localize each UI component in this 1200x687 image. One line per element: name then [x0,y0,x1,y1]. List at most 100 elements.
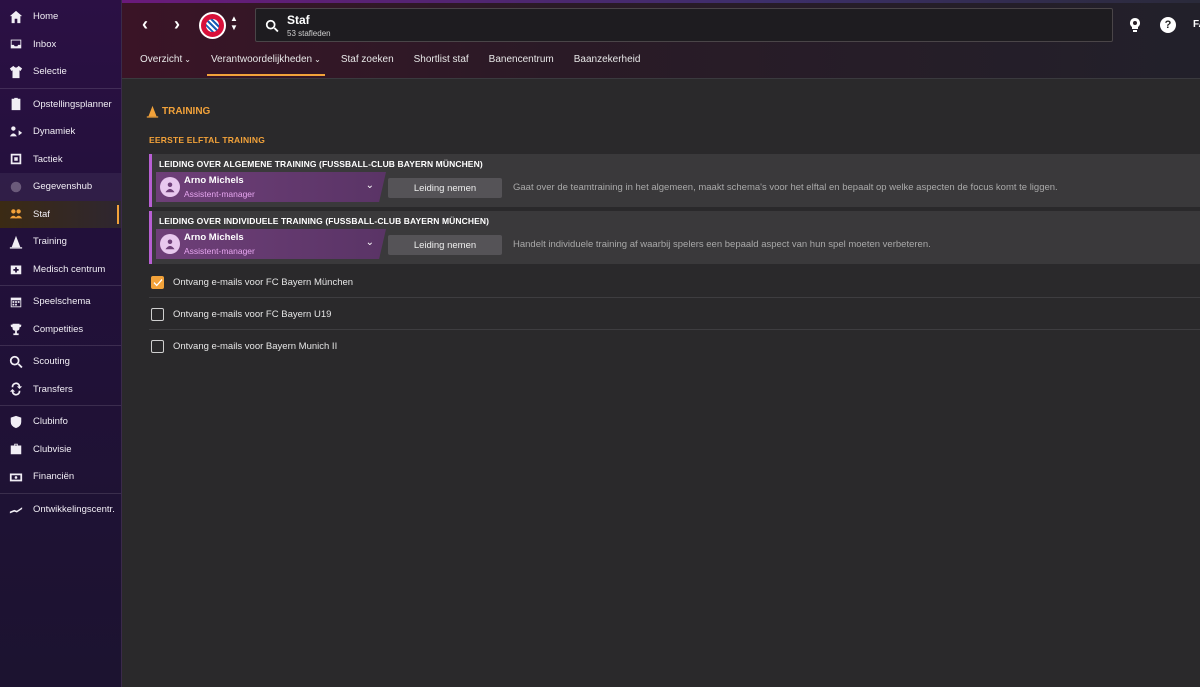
email-option-label: Ontvang e-mails voor FC Bayern München [173,276,354,288]
main-content: TRAINING EERSTE ELFTAL TRAINING LEIDING … [122,79,1200,687]
sidebar-group-development: Ontwikkelingscentr. [0,494,121,526]
chevron-down-icon: ⌄ [365,180,374,191]
home-icon [8,9,24,25]
sidebar-item-competities[interactable]: Competities [0,316,121,344]
sidebar-item-selectie[interactable]: Selectie [0,58,121,86]
sidebar-item-training[interactable]: Training [0,228,121,256]
sidebar-item-label: Inbox [33,38,57,50]
medical-icon [8,261,24,277]
checkmark-icon [153,278,162,287]
shield-icon [8,414,24,430]
sidebar-item-staf[interactable]: Staf [0,200,121,228]
tab-label: Baanzekerheid [573,54,641,65]
sidebar-item-opstellingsplanner[interactable]: Opstellingsplanner [0,91,121,119]
chevron-down-icon: ⌄ [184,55,191,64]
email-checkbox[interactable] [151,307,164,321]
header: ‹ › ▲▼ Staf 53 stafleden ? FA Overzicht⌄… [122,0,1200,79]
email-option-row: Ontvang e-mails voor FC Bayern U19 [149,299,1200,330]
sidebar-item-label: Training [33,236,67,248]
chevron-down-icon: ⌄ [314,55,321,64]
tab-verantwoordelijkheden[interactable]: Verantwoordelijkheden ⌄ [206,50,325,76]
responsibility-individual-training: LEIDING OVER INDIVIDUELE TRAINING (FUSSB… [149,211,1200,264]
take-lead-button[interactable]: Leiding nemen [388,235,502,255]
search-box[interactable]: Staf 53 stafleden [255,8,1113,42]
sidebar-item-clubvisie[interactable]: Clubvisie [0,436,121,464]
sidebar-item-ontwikkelingscentrum[interactable]: Ontwikkelingscentr. [0,496,121,524]
tab-bar: Overzicht ⌄ Verantwoordelijkheden ⌄ Staf z… [136,50,656,76]
sidebar-item-label: Competities [33,323,84,335]
sidebar-item-label: Medisch centrum [33,263,106,275]
sidebar-item-tactiek[interactable]: Tactiek [0,146,121,174]
tab-shortlist-staf[interactable]: Shortlist staf [410,50,473,74]
training-cone-icon [146,105,159,118]
tactics-icon [8,151,24,167]
sidebar-item-label: Financiën [33,471,75,483]
tab-label: Shortlist staf [413,54,469,65]
email-checkbox-checked[interactable] [151,275,164,289]
sidebar-item-label: Transfers [33,383,73,395]
sidebar-item-dynamiek[interactable]: Dynamiek [0,118,121,146]
email-option-row: Ontvang e-mails voor FC Bayern München [149,267,1200,298]
sidebar-item-label: Clubvisie [33,443,72,455]
sidebar-item-speelschema[interactable]: Speelschema [0,288,121,316]
person-name: Arno Michels [184,175,244,186]
dynamics-icon [8,124,24,140]
page-subtitle: 53 stafleden [287,29,331,38]
responsibility-title: LEIDING OVER INDIVIDUELE TRAINING (FUSSB… [159,216,490,226]
tab-staf-zoeken[interactable]: Staf zoeken [337,50,398,74]
person-select-dropdown[interactable]: Arno Michels Assistent-manager ⌄ [156,229,386,259]
header-right-label[interactable]: FA [1193,19,1200,30]
sidebar-item-label: Clubinfo [33,416,68,428]
sidebar-item-scouting[interactable]: Scouting [0,348,121,376]
sidebar-item-home[interactable]: Home [0,3,121,31]
sidebar-item-medisch-centrum[interactable]: Medisch centrum [0,256,121,284]
club-switch-chevrons-icon[interactable]: ▲ ▼ [230,14,238,32]
sidebar-item-label: Ontwikkelingscentr. [33,503,115,515]
person-role: Assistent-manager [184,189,255,199]
avatar [160,234,180,254]
responsibility-title: LEIDING OVER ALGEMENE TRAINING (FUSSBALL… [159,159,483,169]
shirt-icon [8,64,24,80]
sidebar-item-transfers[interactable]: Transfers [0,376,121,404]
sidebar-item-financien[interactable]: Financiën [0,463,121,491]
forward-arrow-icon[interactable]: › [167,14,187,34]
sidebar-item-clubinfo[interactable]: Clubinfo [0,408,121,436]
sidebar-item-label: Speelschema [33,296,91,308]
sidebar-group-scouting: Scouting Transfers [0,346,121,406]
sidebar-item-label: Opstellingsplanner [33,98,112,110]
take-lead-button[interactable]: Leiding nemen [388,178,502,198]
finances-icon [8,469,24,485]
back-arrow-icon[interactable]: ‹ [135,14,155,34]
sidebar-item-label: Scouting [33,356,70,368]
subsection-title: EERSTE ELFTAL TRAINING [149,135,266,145]
trophy-icon [8,321,24,337]
sidebar-item-inbox[interactable]: Inbox [0,31,121,59]
person-icon [165,182,175,193]
section-title-label: TRAINING [162,106,211,117]
transfers-icon [8,381,24,397]
development-icon [8,501,24,517]
person-select-dropdown[interactable]: Arno Michels Assistent-manager ⌄ [156,172,386,202]
email-checkbox[interactable] [151,340,164,353]
tab-overzicht[interactable]: Overzicht ⌄ [136,50,195,74]
sidebar-item-label: Tactiek [33,153,63,165]
responsibility-general-training: LEIDING OVER ALGEMENE TRAINING (FUSSBALL… [149,154,1200,207]
tab-baanzekerheid[interactable]: Baanzekerheid [570,50,645,74]
sidebar: Home Inbox Selectie Opstellingsplanner D… [0,0,122,687]
sidebar-item-label: Selectie [33,66,67,78]
help-icon[interactable]: ? [1160,17,1176,33]
lightbulb-icon[interactable] [1127,17,1143,33]
responsibility-description: Handelt individuele training af waarbij … [513,239,931,250]
club-logo[interactable] [199,12,226,39]
briefcase-icon [8,441,24,457]
sidebar-group-main: Home Inbox Selectie [0,0,121,89]
search-icon [265,19,279,33]
tab-label: Staf zoeken [340,54,394,65]
avatar [160,177,180,197]
tab-banencentrum[interactable]: Banencentrum [485,50,558,74]
page-title: Staf [287,13,310,27]
tab-label: Banencentrum [488,54,554,65]
section-title: TRAINING [146,105,210,118]
sidebar-group-schedule: Speelschema Competities [0,286,121,346]
sidebar-item-gegevenshub[interactable]: Gegevenshub [0,173,121,201]
